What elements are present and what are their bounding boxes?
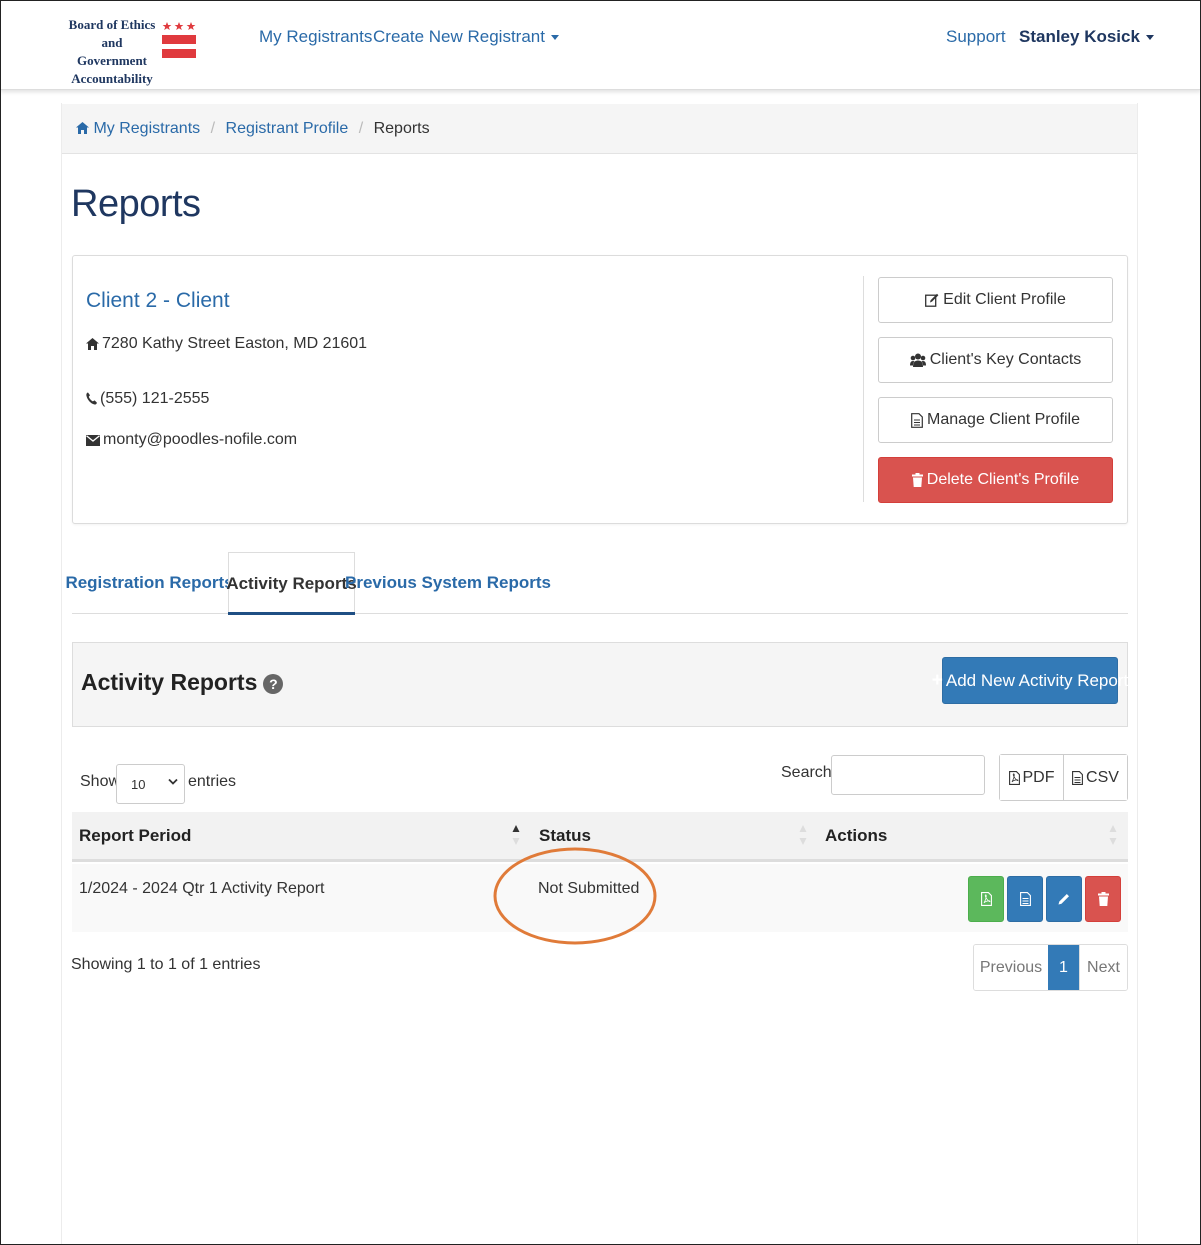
pagination-page-1[interactable]: 1: [1048, 945, 1079, 990]
breadcrumb-trail: My Registrants / Registrant Profile / Re…: [76, 120, 430, 138]
file-pdf-icon: [980, 892, 992, 906]
client-phone: (555) 121-2555: [86, 390, 209, 408]
dc-flag-icon: [162, 22, 196, 58]
home-icon: [86, 338, 99, 350]
user-menu[interactable]: Stanley Kosick: [1019, 27, 1154, 47]
breadcrumb-current: Reports: [373, 120, 430, 137]
sort-asc-icon[interactable]: [512, 824, 520, 846]
envelope-icon: [86, 435, 100, 446]
export-csv-button[interactable]: CSV: [1063, 755, 1127, 800]
nav-create-new-registrant[interactable]: Create New Registrant: [373, 27, 559, 47]
entries-label: entries: [188, 773, 237, 790]
tab-activity-reports[interactable]: Activity Reports: [226, 552, 357, 615]
clients-key-contacts-button[interactable]: Client's Key Contacts: [878, 337, 1113, 383]
breadcrumb-separator: /: [358, 120, 364, 137]
column-header-actions[interactable]: Actions: [825, 826, 887, 846]
show-label: Show: [80, 773, 121, 790]
page-size-select[interactable]: 10: [116, 764, 185, 804]
sort-both-icon[interactable]: [799, 824, 807, 846]
page-title: Reports: [71, 183, 201, 225]
breadcrumb-separator: /: [210, 120, 216, 137]
edit-client-profile-button[interactable]: Edit Client Profile: [878, 277, 1113, 323]
status-highlight-circle: [493, 847, 657, 945]
delete-report-button[interactable]: [1085, 876, 1121, 922]
caret-down-icon: [1145, 35, 1154, 41]
card-divider: [863, 276, 864, 502]
export-button-group: PDF CSV: [999, 754, 1128, 801]
users-icon: [909, 353, 926, 367]
bega-logo[interactable]: Board of Ethics and Government Accountab…: [66, 16, 201, 86]
trash-icon: [1097, 892, 1109, 906]
client-address: 7280 Kathy Street Easton, MD 21601: [86, 335, 367, 353]
search-input[interactable]: [831, 755, 985, 795]
nav-support[interactable]: Support: [946, 27, 1006, 47]
nav-my-registrants[interactable]: My Registrants: [259, 27, 372, 47]
sort-both-icon[interactable]: [1109, 824, 1117, 846]
phone-icon: [86, 392, 97, 405]
breadcrumb-registrant-profile[interactable]: Registrant Profile: [226, 120, 349, 137]
table-info: Showing 1 to 1 of 1 entries: [71, 956, 261, 973]
pagination-next[interactable]: Next: [1079, 945, 1127, 990]
top-navbar: Board of Ethics and Government Accountab…: [0, 0, 1201, 90]
logo-wordmark: Board of Ethics and Government Accountab…: [68, 17, 156, 86]
pagination-previous[interactable]: Previous: [974, 945, 1048, 990]
pencil-icon: [1058, 894, 1069, 905]
view-pdf-button[interactable]: [968, 876, 1004, 922]
client-email: monty@poodles-nofile.com: [86, 431, 297, 449]
question-circle-icon[interactable]: ?: [263, 674, 284, 694]
file-text-icon: [1019, 892, 1031, 906]
search-label: Search:: [781, 764, 837, 781]
trash-icon: [911, 473, 923, 487]
column-header-report-period[interactable]: Report Period: [79, 826, 191, 846]
chevron-down-icon: [168, 778, 178, 785]
file-pdf-icon: [1008, 770, 1020, 785]
breadcrumb-home[interactable]: My Registrants: [76, 120, 205, 137]
export-pdf-button[interactable]: PDF: [1000, 755, 1063, 800]
client-name: Client 2 - Client: [86, 289, 230, 312]
add-new-activity-report-button[interactable]: + Add New Activity Report: [932, 657, 1128, 704]
tab-registration-reports[interactable]: Registration Reports: [65, 552, 233, 614]
plus-icon: +: [931, 669, 943, 691]
cell-report-period: 1/2024 - 2024 Qtr 1 Activity Report: [79, 880, 325, 897]
manage-client-profile-button[interactable]: Manage Client Profile: [878, 397, 1113, 443]
delete-client-profile-button[interactable]: Delete Client's Profile: [878, 457, 1113, 503]
pagination: Previous 1 Next: [973, 944, 1128, 991]
file-icon: [911, 412, 923, 428]
caret-down-icon: [550, 35, 559, 41]
edit-report-button[interactable]: [1046, 876, 1082, 922]
column-header-status[interactable]: Status: [539, 826, 591, 846]
view-report-button[interactable]: [1007, 876, 1043, 922]
panel-title: Activity Reports?: [81, 669, 284, 696]
edit-icon: [925, 293, 939, 307]
tab-previous-system-reports[interactable]: Previous System Reports: [345, 552, 551, 614]
file-text-icon: [1072, 770, 1083, 785]
home-icon: [76, 122, 89, 134]
